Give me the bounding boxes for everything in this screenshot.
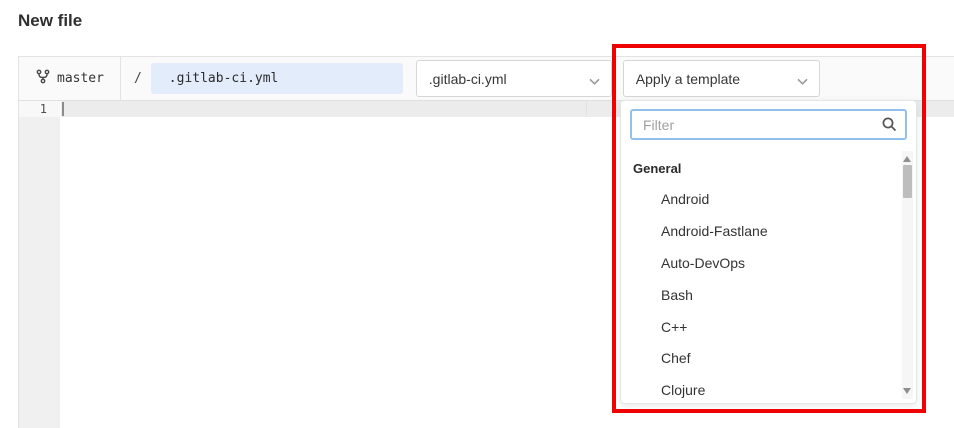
chevron-down-icon [797,72,808,88]
line-number: 1 [19,101,60,117]
editor-seam-line [586,101,587,117]
editor-gutter: 1 [19,101,60,428]
filename-input[interactable] [151,63,403,94]
dropdown-scrollbar[interactable] [902,151,913,399]
branch-name: master [57,71,104,86]
file-type-select-value: .gitlab-ci.yml [429,71,507,87]
chevron-down-icon [589,72,600,88]
file-type-select[interactable]: .gitlab-ci.yml [416,60,612,97]
template-filter [630,109,907,140]
text-cursor [62,102,64,116]
template-item-android[interactable]: Android [661,190,891,208]
template-item-clojure[interactable]: Clojure [661,381,891,399]
template-group-general: General [633,160,681,178]
page-title: New file [18,11,82,31]
file-toolbar: master / .gitlab-ci.yml Apply a template [19,57,954,101]
template-dropdown-panel: General Android Android-Fastlane Auto-De… [620,100,917,404]
template-item-bash[interactable]: Bash [661,286,891,304]
new-file-page: New file master / .gitl [0,0,954,428]
apply-template-select[interactable]: Apply a template [623,60,820,97]
scrollbar-down-arrow-icon[interactable] [903,388,911,394]
template-filter-input[interactable] [630,109,907,140]
git-branch-icon [36,69,50,89]
path-separator: / [121,71,151,86]
template-item-cpp[interactable]: C++ [661,318,891,336]
template-item-android-fastlane[interactable]: Android-Fastlane [661,222,891,240]
scrollbar-up-arrow-icon[interactable] [903,156,911,162]
search-icon [881,116,898,138]
apply-template-select-value: Apply a template [636,71,740,87]
template-item-chef[interactable]: Chef [661,349,891,367]
branch-indicator: master [19,57,120,100]
scrollbar-thumb[interactable] [903,165,912,198]
template-item-auto-devops[interactable]: Auto-DevOps [661,254,891,272]
